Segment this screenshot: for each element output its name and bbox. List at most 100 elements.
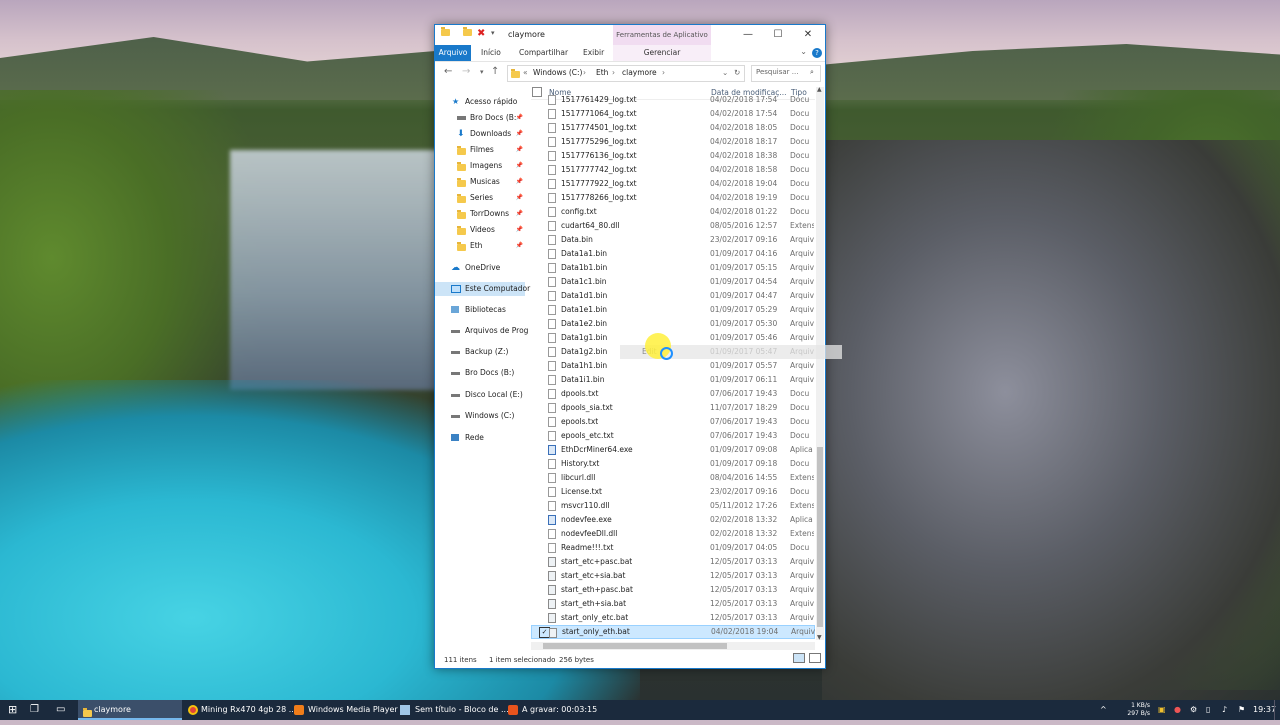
nav-item-bro-docs-b[interactable]: Bro Docs (B:): [435, 366, 525, 380]
nav-item-musicas[interactable]: Musicas 📌: [435, 175, 525, 189]
new-folder-icon[interactable]: [463, 27, 473, 39]
table-row[interactable]: 1517761429_log.txt 04/02/2018 17:54 Docu: [531, 93, 815, 107]
nav-item-onedrive[interactable]: ☁ OneDrive: [435, 261, 525, 275]
details-view-icon[interactable]: [793, 653, 805, 663]
nav-item-videos[interactable]: Videos 📌: [435, 223, 525, 237]
tray-expand-icon[interactable]: ^: [1100, 700, 1107, 720]
table-row[interactable]: start_etc+sia.bat 12/05/2017 03:13 Arquiv: [531, 569, 815, 583]
help-icon[interactable]: ?: [812, 48, 822, 58]
clock[interactable]: 19:37: [1253, 700, 1276, 720]
vertical-scrollbar[interactable]: ▲ ▼: [816, 86, 824, 641]
table-row[interactable]: epools_etc.txt 07/06/2017 19:43 Docu: [531, 429, 815, 443]
table-row[interactable]: ✓ start_only_eth.bat 04/02/2018 19:04 Arqui…: [531, 625, 815, 639]
table-row[interactable]: msvcr110.dll 05/11/2012 17:26 Extens: [531, 499, 815, 513]
ribbon-expand-icon[interactable]: ⌄: [800, 47, 807, 56]
table-row[interactable]: EthDcrMiner64.exe 01/09/2017 09:08 Aplica: [531, 443, 815, 457]
nav-item-arquivos-de-prog[interactable]: Arquivos de Prog: [435, 324, 528, 338]
tray-battery-icon[interactable]: ▯: [1206, 700, 1210, 720]
breadcrumb-eth[interactable]: Eth: [596, 68, 608, 77]
taskbar-item-media-player[interactable]: Windows Media Player: [290, 700, 398, 720]
title-bar[interactable]: ✖ ▾ claymore Ferramentas de Aplicativo —…: [435, 25, 825, 45]
table-row[interactable]: nodevfeeDll.dll 02/02/2018 13:32 Extens: [531, 527, 815, 541]
tray-app-icon[interactable]: ▣: [1158, 700, 1166, 720]
breadcrumb-overflow[interactable]: «: [523, 68, 528, 77]
show-desktop-button[interactable]: [1274, 700, 1280, 720]
tab-arquivo[interactable]: Arquivo: [435, 45, 471, 61]
tab-inicio[interactable]: Início: [481, 45, 501, 61]
table-row[interactable]: 1517774501_log.txt 04/02/2018 18:05 Docu: [531, 121, 815, 135]
table-row[interactable]: start_eth+pasc.bat 12/05/2017 03:13 Arquiv: [531, 583, 815, 597]
table-row[interactable]: Data1e2.bin 01/09/2017 05:30 Arquiv: [531, 317, 815, 331]
breadcrumb-claymore[interactable]: claymore: [622, 68, 657, 77]
table-row[interactable]: libcurl.dll 08/04/2016 14:55 Extens: [531, 471, 815, 485]
forward-arrow-icon[interactable]: →: [462, 66, 470, 77]
monitor-icon[interactable]: ▭: [56, 700, 65, 720]
taskbar-item-recorder[interactable]: A gravar: 00:03:15: [504, 700, 597, 720]
address-dropdown-icon[interactable]: ⌄: [722, 68, 728, 77]
tab-compartilhar[interactable]: Compartilhar: [519, 45, 568, 61]
task-view-icon[interactable]: ❐: [30, 700, 39, 720]
table-row[interactable]: Data1h1.bin 01/09/2017 05:57 Arquiv: [531, 359, 815, 373]
address-input[interactable]: « Windows (C:) › Eth › claymore › ⌄ ↻: [507, 65, 745, 82]
table-row[interactable]: config.txt 04/02/2018 01:22 Docu: [531, 205, 815, 219]
nav-item-series[interactable]: Series 📌: [435, 191, 525, 205]
nav-item-este-computador[interactable]: Este Computador: [435, 282, 530, 296]
table-row[interactable]: Data1i1.bin 01/09/2017 06:11 Arquiv: [531, 373, 815, 387]
table-row[interactable]: License.txt 23/02/2017 09:16 Docu: [531, 485, 815, 499]
nav-item-eth[interactable]: Eth 📌: [435, 239, 525, 253]
table-row[interactable]: Data1g1.bin 01/09/2017 05:46 Arquiv: [531, 331, 815, 345]
windows-start-icon[interactable]: ⊞: [8, 700, 17, 720]
nav-item-bro-docs-pinned[interactable]: Bro Docs (B: 📌: [435, 111, 525, 125]
table-row[interactable]: dpools.txt 07/06/2017 19:43 Docu: [531, 387, 815, 401]
volume-icon[interactable]: ♪: [1222, 700, 1227, 720]
nav-item-windows-c[interactable]: Windows (C:): [435, 409, 525, 423]
tray-settings-icon[interactable]: ⚙: [1190, 700, 1197, 720]
horizontal-scroll-thumb[interactable]: [543, 643, 727, 649]
nav-item-filmes[interactable]: Filmes 📌: [435, 143, 525, 157]
quick-access-dropdown-icon[interactable]: ▾: [491, 29, 501, 39]
vertical-scroll-thumb[interactable]: [817, 447, 823, 627]
scroll-up-icon[interactable]: ▲: [817, 86, 822, 93]
table-row[interactable]: Data1b1.bin 01/09/2017 05:15 Arquiv: [531, 261, 815, 275]
table-row[interactable]: 1517771064_log.txt 04/02/2018 17:54 Docu: [531, 107, 815, 121]
tray-flag-icon[interactable]: ⚑: [1238, 700, 1245, 720]
nav-item-downloads[interactable]: ⬇ Downloads 📌: [435, 127, 525, 141]
minimize-button[interactable]: —: [733, 25, 763, 45]
maximize-button[interactable]: ☐: [763, 25, 793, 45]
nav-item-backup-z[interactable]: Backup (Z:): [435, 345, 525, 359]
tray-antivirus-icon[interactable]: ●: [1174, 700, 1181, 720]
nav-item-rede[interactable]: Rede: [435, 431, 525, 445]
up-arrow-icon[interactable]: ↑: [491, 66, 499, 77]
nav-item-imagens[interactable]: Imagens 📌: [435, 159, 525, 173]
close-button[interactable]: ✕: [793, 25, 823, 45]
table-row[interactable]: dpools_sia.txt 11/07/2017 18:29 Docu: [531, 401, 815, 415]
back-arrow-icon[interactable]: ←: [444, 66, 452, 77]
breadcrumb-windows-c[interactable]: Windows (C:): [533, 68, 582, 77]
table-row[interactable]: Data1e1.bin 01/09/2017 05:29 Arquiv: [531, 303, 815, 317]
table-row[interactable]: 1517777742_log.txt 04/02/2018 18:58 Docu: [531, 163, 815, 177]
table-row[interactable]: Data1c1.bin 01/09/2017 04:54 Arquiv: [531, 275, 815, 289]
taskbar-item-notepad[interactable]: Sem título - Bloco de ...: [396, 700, 509, 720]
nav-item-disco-local-e[interactable]: Disco Local (E:): [435, 388, 525, 402]
nav-item-acesso-rapido[interactable]: ★ Acesso rápido: [435, 95, 525, 109]
large-icons-view-icon[interactable]: [809, 653, 821, 663]
tab-gerenciar[interactable]: Gerenciar: [613, 45, 711, 61]
table-row[interactable]: start_etc+pasc.bat 12/05/2017 03:13 Arquiv: [531, 555, 815, 569]
taskbar-item-chrome[interactable]: Mining Rx470 4gb 28 ...: [184, 700, 296, 720]
table-row[interactable]: nodevfee.exe 02/02/2018 13:32 Aplica: [531, 513, 815, 527]
table-row[interactable]: start_eth+sia.bat 12/05/2017 03:13 Arquiv: [531, 597, 815, 611]
table-row[interactable]: 1517776136_log.txt 04/02/2018 18:38 Docu: [531, 149, 815, 163]
table-row[interactable]: 1517778266_log.txt 04/02/2018 19:19 Docu: [531, 191, 815, 205]
nav-item-torrdowns[interactable]: TorrDowns 📌: [435, 207, 525, 221]
table-row[interactable]: Data1a1.bin 01/09/2017 04:16 Arquiv: [531, 247, 815, 261]
table-row[interactable]: cudart64_80.dll 08/05/2016 12:57 Extens: [531, 219, 815, 233]
nav-item-bibliotecas[interactable]: Bibliotecas: [435, 303, 525, 317]
table-row[interactable]: 1517777922_log.txt 04/02/2018 19:04 Docu: [531, 177, 815, 191]
tab-exibir[interactable]: Exibir: [583, 45, 604, 61]
recent-dropdown-icon[interactable]: ▾: [480, 68, 484, 76]
search-input[interactable]: Pesquisar ... ⌕: [751, 65, 821, 82]
delete-icon[interactable]: ✖: [477, 29, 487, 39]
table-row[interactable]: Readme!!!.txt 01/09/2017 04:05 Docu: [531, 541, 815, 555]
table-row[interactable]: 1517775296_log.txt 04/02/2018 18:17 Docu: [531, 135, 815, 149]
table-row[interactable]: start_only_etc.bat 12/05/2017 03:13 Arquiv: [531, 611, 815, 625]
